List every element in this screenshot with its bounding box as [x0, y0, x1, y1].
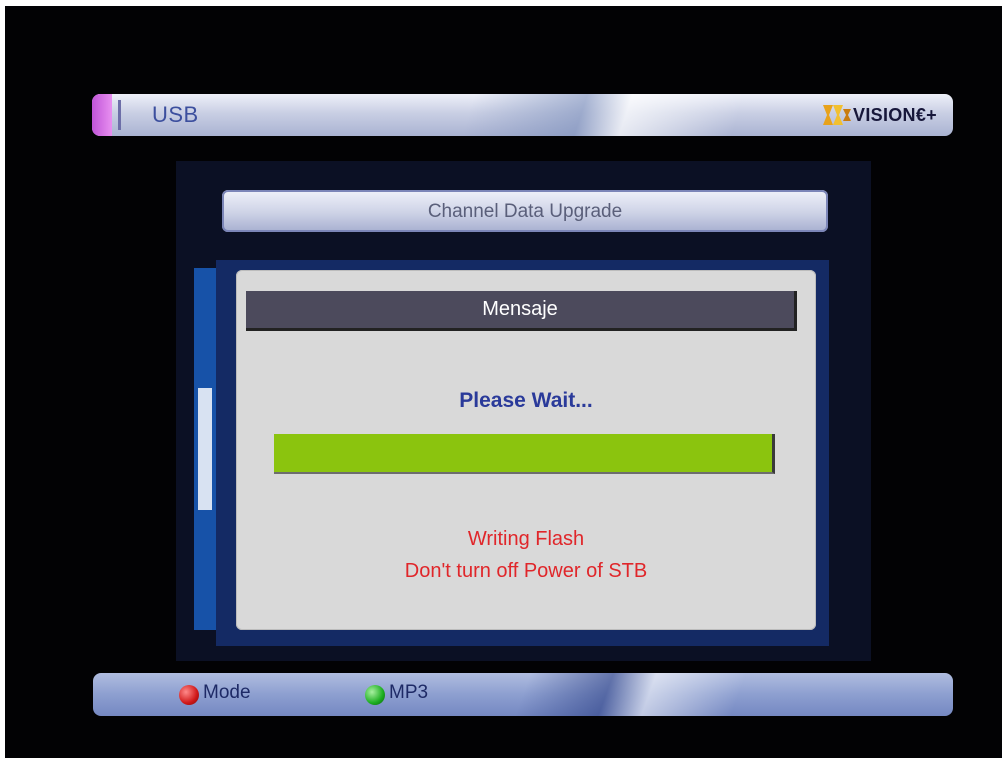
- brand-logo: VISION €+: [821, 103, 937, 127]
- dialog-title: Mensaje: [246, 291, 797, 331]
- brand-logo-icon: [823, 105, 852, 125]
- hint-mode-label: Mode: [203, 682, 251, 703]
- progress-bar: [274, 434, 775, 474]
- header-divider: [118, 100, 121, 130]
- brand-logo-text: VISION: [853, 104, 916, 125]
- footer-bar: Mode MP3: [93, 673, 953, 716]
- red-button-icon: [179, 685, 199, 705]
- progress-bar-fill: [274, 434, 772, 472]
- page-subtitle: Channel Data Upgrade: [427, 201, 623, 222]
- header-accent: [92, 94, 112, 136]
- green-button-icon: [365, 685, 385, 705]
- tv-screen: USB VISION €+ Channel Data Upgrade Mensa…: [5, 6, 1002, 758]
- scrollbar-thumb[interactable]: [198, 388, 212, 510]
- header-bar: USB VISION €+: [92, 94, 953, 136]
- hint-mp3[interactable]: MP3: [365, 681, 428, 705]
- status-power-warning: Don't turn off Power of STB: [404, 560, 648, 582]
- wait-message: Please Wait...: [459, 389, 593, 412]
- scrollbar[interactable]: [194, 268, 216, 630]
- hint-mp3-label: MP3: [389, 682, 429, 703]
- footer-decoration: [466, 673, 780, 716]
- brand-logo-suffix: €+: [915, 104, 937, 125]
- subtitle-bar: Channel Data Upgrade: [222, 190, 828, 232]
- status-writing-flash: Writing Flash: [467, 528, 585, 550]
- message-dialog: Mensaje Please Wait... Writing Flash Don…: [236, 270, 816, 630]
- hint-mode[interactable]: Mode: [179, 681, 251, 705]
- header-decoration: [387, 94, 817, 136]
- header-title: USB: [152, 102, 199, 127]
